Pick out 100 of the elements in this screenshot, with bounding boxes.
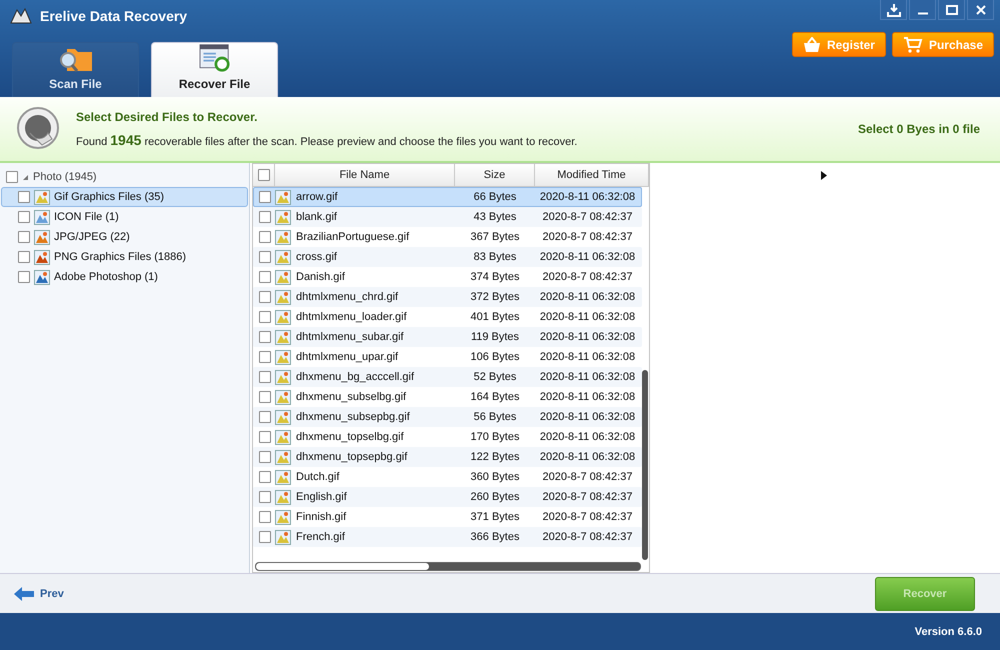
tree-label: Photo (1945) [33, 171, 97, 183]
image-file-icon [34, 270, 50, 284]
image-file-icon [34, 250, 50, 264]
file-size: 374 Bytes [470, 271, 520, 283]
download-icon [886, 2, 900, 16]
download-button[interactable] [880, 0, 907, 20]
minimize-button[interactable] [909, 0, 936, 20]
file-row[interactable]: cross.gif 83 Bytes 2020-8-11 06:32:08 [253, 247, 642, 267]
checkbox[interactable] [258, 331, 270, 343]
file-name: blank.gif [295, 211, 338, 223]
file-name: BrazilianPortuguese.gif [295, 231, 410, 243]
minimize-icon [916, 12, 928, 15]
file-row[interactable]: dhxmenu_subsepbg.gif 56 Bytes 2020-8-11 06:32:08 [253, 407, 642, 427]
maximize-icon [944, 2, 958, 16]
image-file-icon [275, 490, 291, 504]
image-file-icon [275, 370, 291, 384]
modified-time: 2020-8-11 06:32:08 [538, 251, 636, 263]
tree-item[interactable]: JPG/JPEG (22) [1, 227, 248, 247]
back-arrow-icon [14, 586, 34, 600]
column-header[interactable]: Modified Time [535, 164, 649, 186]
checkbox[interactable] [18, 191, 30, 203]
file-size: 367 Bytes [470, 231, 520, 243]
tree-item[interactable]: ICON File (1) [1, 207, 248, 227]
file-name: arrow.gif [295, 191, 339, 203]
modified-time: 2020-8-7 08:42:37 [542, 271, 634, 283]
file-name: English.gif [295, 491, 348, 503]
select-all-checkbox[interactable] [258, 169, 270, 181]
prev-button[interactable]: Prev [14, 586, 64, 600]
image-file-icon [275, 350, 291, 364]
checkbox[interactable] [258, 351, 270, 363]
checkbox[interactable] [258, 511, 270, 523]
image-file-icon [275, 390, 291, 404]
version-label: Version 6.6.0 [914, 626, 982, 638]
modified-time: 2020-8-11 06:32:08 [538, 451, 636, 463]
tree-item[interactable]: Gif Graphics Files (35) [1, 187, 248, 207]
file-row[interactable]: dhtmlxmenu_subar.gif 119 Bytes 2020-8-11 06:32:08 [253, 327, 642, 347]
image-file-icon [275, 250, 291, 264]
file-size: 164 Bytes [470, 391, 520, 403]
expand-arrow-icon[interactable] [821, 171, 827, 180]
file-size: 43 Bytes [472, 211, 518, 223]
file-row[interactable]: English.gif 260 Bytes 2020-8-7 08:42:37 [253, 487, 642, 507]
column-header[interactable]: Size [455, 164, 535, 186]
file-size: 106 Bytes [470, 351, 520, 363]
file-name: dhxmenu_subselbg.gif [295, 391, 408, 403]
checkbox[interactable] [18, 211, 30, 223]
checkbox[interactable] [258, 491, 270, 503]
file-name: cross.gif [295, 251, 338, 263]
tab[interactable]: Scan File [12, 42, 139, 97]
checkbox[interactable] [258, 471, 270, 483]
image-file-icon [34, 210, 50, 224]
tab[interactable]: Recover File [151, 42, 278, 97]
file-row[interactable]: French.gif 366 Bytes 2020-8-7 08:42:37 [253, 527, 642, 547]
file-row[interactable]: dhxmenu_topsepbg.gif 122 Bytes 2020-8-11 06:32:08 [253, 447, 642, 467]
image-file-icon [275, 330, 291, 344]
vertical-scrollbar[interactable] [642, 370, 648, 560]
file-row[interactable]: dhtmlxmenu_chrd.gif 372 Bytes 2020-8-11 06:32:08 [253, 287, 642, 307]
selection-summary: Select 0 Byes in 0 file [858, 122, 980, 136]
checkbox[interactable] [18, 251, 30, 263]
close-button[interactable] [967, 0, 994, 20]
tree-item[interactable]: PNG Graphics Files (1886) [1, 247, 248, 267]
checkbox[interactable] [258, 211, 270, 223]
image-file-icon [275, 290, 291, 304]
file-name: dhxmenu_bg_acccell.gif [295, 371, 416, 383]
expanded-arrow-icon[interactable] [22, 174, 29, 180]
modified-time: 2020-8-11 06:32:08 [538, 291, 636, 303]
checkbox[interactable] [258, 371, 270, 383]
file-name: Dutch.gif [295, 471, 340, 483]
checkbox[interactable] [258, 311, 270, 323]
checkbox[interactable] [258, 191, 270, 203]
checkbox[interactable] [258, 251, 270, 263]
file-row[interactable]: dhxmenu_bg_acccell.gif 52 Bytes 2020-8-11 06:32:08 [253, 367, 642, 387]
file-row[interactable]: blank.gif 43 Bytes 2020-8-7 08:42:37 [253, 207, 642, 227]
file-size: 366 Bytes [470, 531, 520, 543]
image-file-icon [275, 230, 291, 244]
checkbox[interactable] [258, 391, 270, 403]
close-icon [974, 2, 988, 16]
checkbox[interactable] [18, 271, 30, 283]
checkbox[interactable] [258, 271, 270, 283]
checkbox[interactable] [258, 411, 270, 423]
modified-time: 2020-8-11 06:32:08 [538, 431, 636, 443]
maximize-button[interactable] [938, 0, 965, 20]
tree-label: JPG/JPEG (22) [54, 231, 130, 243]
file-size: 360 Bytes [470, 471, 520, 483]
checkbox[interactable] [18, 231, 30, 243]
checkbox[interactable] [258, 431, 270, 443]
image-file-icon [275, 430, 291, 444]
column-header[interactable]: File Name [275, 164, 455, 186]
checkbox[interactable] [258, 531, 270, 543]
file-size: 52 Bytes [472, 371, 518, 383]
tree-item[interactable]: Photo (1945) [1, 167, 248, 187]
file-row[interactable]: arrow.gif 66 Bytes 2020-8-11 06:32:08 [253, 187, 642, 207]
tree-item[interactable]: Adobe Photoshop (1) [1, 267, 248, 287]
checkbox[interactable] [258, 451, 270, 463]
horizontal-scrollbar[interactable] [255, 562, 641, 571]
checkbox[interactable] [258, 291, 270, 303]
checkbox[interactable] [6, 171, 18, 183]
file-name: French.gif [295, 531, 346, 543]
file-size: 371 Bytes [470, 511, 520, 523]
image-file-icon [275, 450, 291, 464]
checkbox[interactable] [258, 231, 270, 243]
